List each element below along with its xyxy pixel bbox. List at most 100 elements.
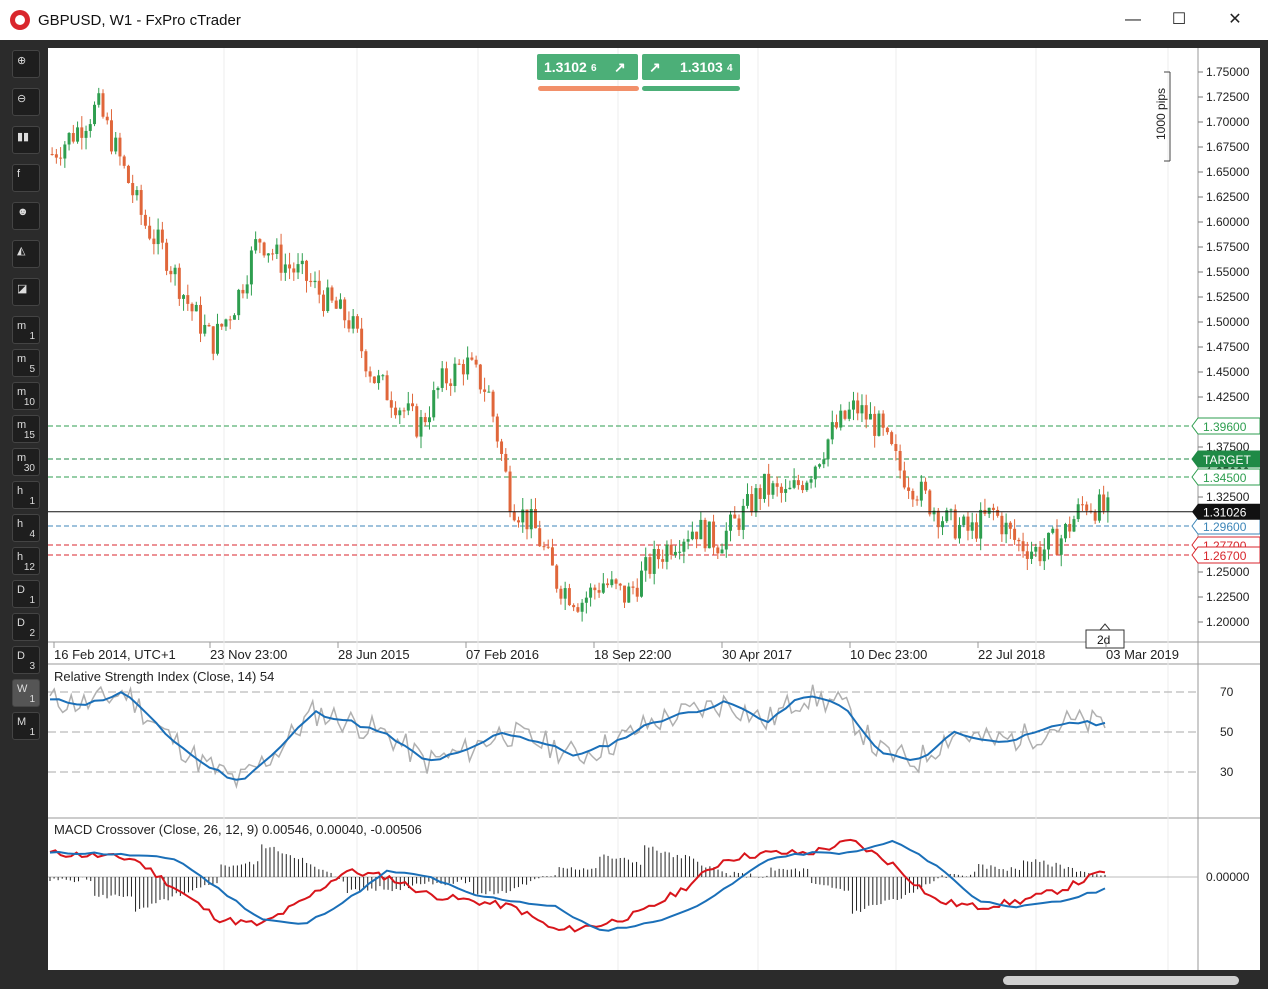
candle-body [93,104,97,125]
candle-body [355,316,359,329]
price-tick-label: 1.20000 [1206,615,1250,629]
tf-d3-button[interactable]: D3 [12,646,40,674]
robot-icon[interactable]: ☻ [12,202,40,230]
ask-pip: 4 [727,63,733,74]
candle-body [368,371,372,377]
candle-body [656,548,660,560]
candle-body [555,565,559,589]
candle-body [614,579,618,584]
candle-body [813,466,817,480]
candle-body [733,514,737,519]
candle-body [271,253,275,255]
facebook-icon[interactable]: f [12,164,40,192]
candle-body [949,509,953,511]
buy-arrow-icon: ↗ [649,59,661,75]
fxpro-logo-icon [10,10,30,30]
price-tick-label: 1.72500 [1206,90,1250,104]
candle-body [203,324,207,334]
candle-body [71,133,75,142]
candle-body [720,549,724,554]
candle-body [165,242,169,271]
tf-m30-button[interactable]: m 30 [12,448,40,476]
time-tick-label: 18 Sep 22:00 [594,647,671,662]
chart-style-icon[interactable]: ◭ [12,240,40,268]
candle-body [919,481,923,501]
candle-body [245,284,249,294]
indicators-icon[interactable]: ◪ [12,278,40,306]
candle-body [830,422,834,440]
candle-body [860,405,864,414]
candle-body [385,375,389,401]
sell-button[interactable]: 1.3102 6 ↗ [537,54,638,80]
maximize-button[interactable]: ☐ [1156,6,1202,34]
chart-style-icon-glyph: ◭ [17,245,26,257]
tf-d3-glyph: D [17,650,25,662]
tf-m15-button[interactable]: m 15 [12,415,40,443]
candle-body [309,280,313,283]
tf-h12-sub: 12 [23,562,35,573]
candle-body [220,323,224,327]
tf-m10-button[interactable]: m 10 [12,382,40,410]
rsi-level-label: 70 [1220,685,1234,699]
candle-body [877,413,881,436]
sell-arrow-icon: ↗ [614,59,626,75]
tf-M1-button[interactable]: M1 [12,712,40,740]
price-tick-label: 1.25000 [1206,565,1250,579]
candles-icon[interactable]: ▮▮ [12,126,40,154]
tf-w1-button[interactable]: W1 [12,679,40,707]
horizontal-scrollbar[interactable] [1003,976,1239,985]
candle-body [593,587,597,591]
candle-body [1030,551,1034,559]
tf-m5-button[interactable]: m5 [12,349,40,377]
candle-body [627,586,631,603]
current-price-label: 1.31026 [1203,506,1247,520]
tf-h1-button[interactable]: h1 [12,481,40,509]
zoom-in-icon[interactable]: ⊕ [12,50,40,78]
indicators-icon-glyph: ◪ [17,283,28,295]
candle-body [466,357,470,375]
candle-body [275,244,279,254]
sell-spread-bar [538,86,639,91]
buy-button[interactable]: ↗ 1.3103 4 [642,54,740,80]
tf-w1-glyph: W [17,683,28,695]
time-tick-label: 22 Jul 2018 [978,647,1045,662]
candle-body [389,400,393,408]
chart-area[interactable]: 1.75000 1.72500 1.70000 1.67500 1.65000 1.625… [48,48,1261,970]
candle-body [1047,532,1051,550]
candle-body [321,294,325,312]
candle-body [779,486,783,493]
candle-body [890,432,894,445]
candle-body [67,133,71,145]
level-tag: 1.29600 [1191,517,1261,535]
candle-body [1004,522,1008,535]
tf-m1-button[interactable]: m1 [12,316,40,344]
time-tick-label: 30 Apr 2017 [722,647,792,662]
zoom-out-icon[interactable]: ⊖ [12,88,40,116]
candle-body [300,260,304,265]
tf-d2-button[interactable]: D2 [12,613,40,641]
tf-h4-button[interactable]: h4 [12,514,40,542]
level-tag-label: 1.34500 [1203,471,1247,485]
chart-canvas[interactable]: 1.75000 1.72500 1.70000 1.67500 1.65000 1.625… [48,48,1261,970]
tf-m30-sub: 30 [23,463,35,474]
candle-body [652,548,656,574]
candle-body [771,483,775,495]
candle-body [88,124,92,131]
price-tick-label: 1.52500 [1206,290,1250,304]
candle-body [449,383,453,386]
time-tick-label: 10 Dec 23:00 [850,647,927,662]
candle-body [440,368,444,388]
tf-d1-button[interactable]: D1 [12,580,40,608]
tf-h12-button[interactable]: h 12 [12,547,40,575]
candle-body [1106,497,1110,511]
candle-body [504,453,508,472]
candle-body [690,531,694,540]
minimize-button[interactable]: — [1110,6,1156,34]
candle-body [979,509,983,539]
candle-body [881,413,885,428]
time-tick-label: 07 Feb 2016 [466,647,539,662]
level-tag-label: 1.29600 [1203,520,1247,534]
close-button[interactable]: ✕ [1212,6,1258,34]
candle-body [1008,522,1012,529]
candle-body [148,225,152,239]
